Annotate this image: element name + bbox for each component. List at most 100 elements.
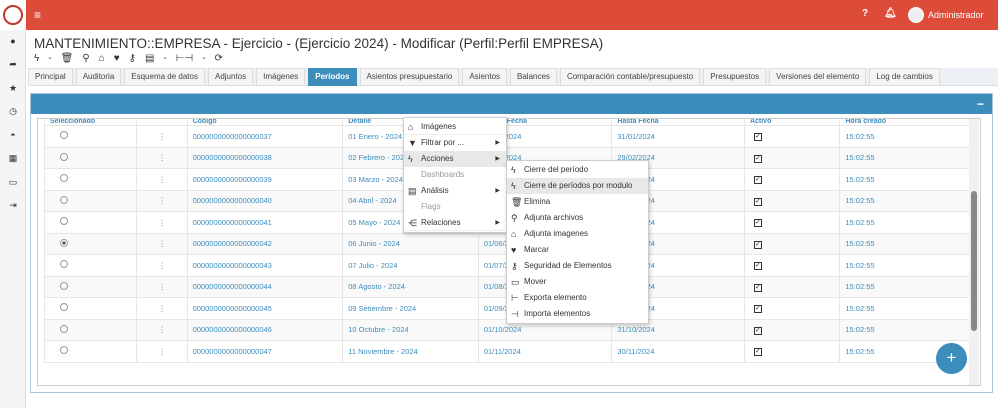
to-date-cell[interactable]: 31/01/2024 xyxy=(611,125,745,148)
pin-icon[interactable]: ⚲ xyxy=(82,53,89,64)
clock-icon[interactable]: ◷ xyxy=(7,106,19,117)
detail-cell[interactable]: 08 Agosto - 2024 xyxy=(342,275,479,298)
row-menu-icon[interactable]: ⋮ xyxy=(136,340,188,363)
time-cell[interactable]: 15:02:55 xyxy=(839,211,974,234)
refresh-icon[interactable]: ⟳ xyxy=(215,53,223,64)
scrollbar-thumb[interactable] xyxy=(971,191,977,331)
menu-item[interactable]: ⚲ Adjunta archivos xyxy=(507,210,648,226)
menu-item[interactable]: ϟ Acciones ▶ xyxy=(404,151,506,167)
from-date-cell[interactable]: 01/11/2024 xyxy=(477,340,613,363)
time-cell[interactable]: 15:02:55 xyxy=(839,318,974,341)
menu-item[interactable]: ⚷ Seguridad de Elementos xyxy=(507,258,648,274)
tab-7[interactable]: Asientos xyxy=(462,68,508,86)
export-icon[interactable]: ⊢⊣ xyxy=(176,53,193,64)
caret-icon[interactable]: - xyxy=(48,53,51,64)
row-select-radio[interactable] xyxy=(60,281,68,290)
code-cell[interactable]: 0000000000000000041 xyxy=(186,211,344,234)
security-icon[interactable]: ⚷ xyxy=(129,53,136,64)
tab-3[interactable]: Adjuntos xyxy=(207,68,254,86)
time-cell[interactable]: 15:02:55 xyxy=(839,146,974,169)
row-menu-icon[interactable]: ⋮ xyxy=(136,146,188,169)
menu-item[interactable]: ▼ Filtrar por ... ▶ xyxy=(404,135,506,151)
column-header[interactable]: Hora creado xyxy=(839,119,974,126)
code-cell[interactable]: 0000000000000000047 xyxy=(186,340,344,363)
code-cell[interactable]: 0000000000000000046 xyxy=(186,318,344,341)
code-cell[interactable]: 0000000000000000039 xyxy=(186,168,344,191)
column-header[interactable]: Activo xyxy=(743,119,841,126)
star-icon[interactable]: ★ xyxy=(7,83,19,94)
app-logo[interactable] xyxy=(0,0,26,30)
code-cell[interactable]: 0000000000000000040 xyxy=(186,189,344,212)
detail-cell[interactable]: 06 Junio - 2024 xyxy=(342,232,479,255)
tab-4[interactable]: Imágenes xyxy=(256,68,306,86)
time-cell[interactable]: 15:02:55 xyxy=(839,168,974,191)
menu-item[interactable]: ⌂ Adjunta imagenes xyxy=(507,226,648,242)
menu-item[interactable]: ⌂ Imágenes xyxy=(404,119,506,135)
analysis-icon[interactable]: ▤ xyxy=(145,53,154,64)
row-menu-icon[interactable]: ⋮ xyxy=(136,275,188,298)
row-select-radio[interactable] xyxy=(60,174,68,183)
time-cell[interactable]: 15:02:55 xyxy=(839,189,974,212)
code-cell[interactable]: 0000000000000000044 xyxy=(186,275,344,298)
table-row[interactable]: ⋮ 0000000000000000037 01 Enero - 2024 01… xyxy=(43,125,974,148)
detail-cell[interactable]: 09 Setiembre - 2024 xyxy=(342,297,479,320)
tab-11[interactable]: Versiones del elemento xyxy=(769,68,867,86)
row-select-radio[interactable] xyxy=(60,195,68,204)
calendar-icon[interactable]: ▦ xyxy=(7,153,19,164)
row-select-radio[interactable] xyxy=(60,260,68,269)
image-icon[interactable]: ⌂ xyxy=(99,53,105,64)
column-header[interactable]: Hasta Fecha xyxy=(611,119,745,126)
detail-cell[interactable]: 11 Noviembre - 2024 xyxy=(342,340,479,363)
trash-icon[interactable]: 🗑︎ xyxy=(61,53,74,64)
row-select-radio[interactable] xyxy=(60,346,68,355)
detail-cell[interactable]: 10 Octubre - 2024 xyxy=(342,318,479,341)
column-header[interactable]: Seleccionado xyxy=(43,119,138,126)
lightning-icon[interactable]: ϟ xyxy=(34,53,39,64)
menu-item[interactable]: Dashboards xyxy=(404,167,506,183)
share-icon[interactable]: ➦ xyxy=(7,59,19,70)
code-cell[interactable]: 0000000000000000045 xyxy=(186,297,344,320)
menu-item[interactable]: ϟ Cierre de períodos por modulo xyxy=(507,178,648,194)
menu-item[interactable]: ♥ Marcar xyxy=(507,242,648,258)
code-cell[interactable]: 0000000000000000038 xyxy=(186,146,344,169)
row-select-radio[interactable] xyxy=(60,303,68,312)
caret-icon[interactable]: - xyxy=(163,53,166,64)
time-cell[interactable]: 15:02:55 xyxy=(839,297,974,320)
detail-cell[interactable]: 07 Julio - 2024 xyxy=(342,254,479,277)
heart-icon[interactable]: ♥ xyxy=(114,53,120,64)
tab-9[interactable]: Comparación contable/presupuesto xyxy=(559,68,701,86)
tab-2[interactable]: Esquema de datos xyxy=(124,68,205,86)
logout-icon[interactable]: ⇥ xyxy=(7,200,19,211)
time-cell[interactable]: 15:02:55 xyxy=(839,125,974,148)
tab-5[interactable]: Períodos xyxy=(308,68,357,86)
user-name[interactable]: Administrador xyxy=(928,10,984,20)
avatar[interactable] xyxy=(908,7,924,23)
collapse-button[interactable]: − xyxy=(977,97,984,111)
add-button[interactable]: + xyxy=(936,343,967,374)
row-menu-icon[interactable]: ⋮ xyxy=(136,297,188,320)
table-row[interactable]: ⋮ 0000000000000000047 11 Noviembre - 202… xyxy=(43,340,974,363)
row-menu-icon[interactable]: ⋮ xyxy=(136,168,188,191)
row-menu-icon[interactable]: ⋮ xyxy=(136,318,188,341)
code-cell[interactable]: 0000000000000000037 xyxy=(186,125,344,148)
to-date-cell[interactable]: 30/11/2024 xyxy=(611,340,745,363)
dashboard-icon[interactable]: ◓ xyxy=(7,130,19,140)
hamburger-icon[interactable]: ≡ xyxy=(34,8,41,22)
column-header[interactable] xyxy=(136,119,188,126)
menu-item[interactable]: ϟ Cierre del período xyxy=(507,162,648,178)
menu-item[interactable]: ⊣ Importa elementos xyxy=(507,306,648,322)
time-cell[interactable]: 15:02:55 xyxy=(839,275,974,298)
globe-icon[interactable]: ● xyxy=(7,36,19,46)
bell-icon[interactable]: 🔔︎ xyxy=(884,8,897,19)
folder-icon[interactable]: ▭ xyxy=(7,177,19,188)
row-select-radio[interactable] xyxy=(60,238,68,247)
row-menu-icon[interactable]: ⋮ xyxy=(136,232,188,255)
menu-item[interactable]: 🗑︎ Elimina xyxy=(507,194,648,210)
tab-6[interactable]: Asientos presupuestario xyxy=(359,68,460,86)
row-select-radio[interactable] xyxy=(60,152,68,161)
scrollbar[interactable] xyxy=(969,119,979,385)
column-header[interactable]: Código xyxy=(186,119,344,126)
tab-0[interactable]: Principal xyxy=(28,68,73,86)
tab-8[interactable]: Balances xyxy=(510,68,557,86)
time-cell[interactable]: 15:02:55 xyxy=(839,254,974,277)
